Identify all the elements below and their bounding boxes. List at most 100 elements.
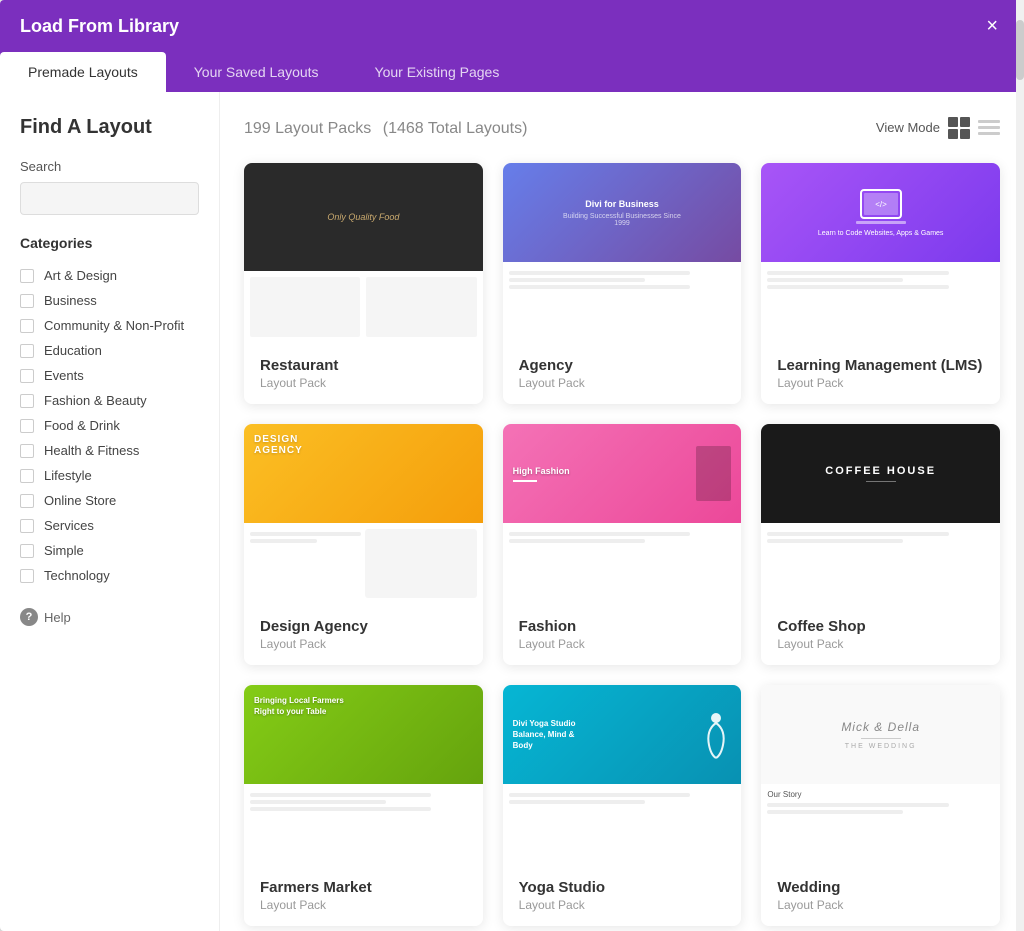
category-art[interactable]: Art & Design	[20, 263, 199, 288]
yoga-hero-text: Divi Yoga StudioBalance, Mind &Body	[513, 718, 576, 752]
card-info-lms: Learning Management (LMS) Layout Pack	[761, 343, 1000, 404]
scrollbar[interactable]	[1016, 92, 1024, 931]
category-checkbox-health[interactable]	[20, 444, 34, 458]
card-info-fashion: Fashion Layout Pack	[503, 604, 742, 665]
category-checkbox-technology[interactable]	[20, 569, 34, 583]
list-view-button[interactable]	[978, 120, 1000, 135]
rest-section-2	[366, 277, 476, 337]
card-lms[interactable]: </> Learn to Code Websites, Apps & Games	[761, 163, 1000, 404]
lms-preview: </> Learn to Code Websites, Apps & Games	[761, 163, 1000, 343]
category-checkbox-online-store[interactable]	[20, 494, 34, 508]
category-lifestyle[interactable]: Lifestyle	[20, 463, 199, 488]
search-input[interactable]	[20, 182, 199, 215]
coffee-hero-text: COFFEE HOUSE	[825, 465, 936, 477]
card-name-restaurant: Restaurant	[260, 357, 467, 374]
category-label-services: Services	[44, 518, 94, 533]
card-type-farmers-market: Layout Pack	[260, 898, 467, 912]
layouts-grid: Only Quality Food Restaurant Layout Pack	[244, 163, 1000, 926]
category-online-store[interactable]: Online Store	[20, 488, 199, 513]
category-checkbox-community[interactable]	[20, 319, 34, 333]
category-checkbox-education[interactable]	[20, 344, 34, 358]
modal: Load From Library × Premade Layouts Your…	[0, 0, 1024, 931]
categories-list: Art & Design Business Community & Non-Pr…	[20, 263, 199, 588]
category-checkbox-business[interactable]	[20, 294, 34, 308]
category-fashion[interactable]: Fashion & Beauty	[20, 388, 199, 413]
card-coffee-shop[interactable]: COFFEE HOUSE Coffee Shop Layout Pack	[761, 424, 1000, 665]
help-link[interactable]: ? Help	[20, 608, 199, 626]
card-info-farmers-market: Farmers Market Layout Pack	[244, 865, 483, 926]
card-wedding[interactable]: Mick & Della THE WEDDING Our Story	[761, 685, 1000, 926]
yoga-preview: Divi Yoga StudioBalance, Mind &Body	[503, 685, 742, 865]
category-label-simple: Simple	[44, 543, 84, 558]
category-checkbox-events[interactable]	[20, 369, 34, 383]
category-simple[interactable]: Simple	[20, 538, 199, 563]
design-agency-hero: DESIGNAGENCY	[244, 424, 483, 523]
content-area: Find A Layout Search Categories Art & De…	[0, 92, 1024, 931]
card-type-wedding: Layout Pack	[777, 898, 984, 912]
tab-premade[interactable]: Premade Layouts	[0, 52, 166, 92]
category-checkbox-art[interactable]	[20, 269, 34, 283]
category-technology[interactable]: Technology	[20, 563, 199, 588]
category-checkbox-simple[interactable]	[20, 544, 34, 558]
search-label: Search	[20, 159, 199, 174]
lms-hero-text: Learn to Code Websites, Apps & Games	[810, 230, 952, 237]
category-food[interactable]: Food & Drink	[20, 413, 199, 438]
design-agency-body	[244, 523, 483, 604]
card-info-agency: Agency Layout Pack	[503, 343, 742, 404]
card-type-yoga-studio: Layout Pack	[519, 898, 726, 912]
coffee-shop-preview: COFFEE HOUSE	[761, 424, 1000, 604]
card-yoga-studio[interactable]: Divi Yoga StudioBalance, Mind &Body	[503, 685, 742, 926]
category-checkbox-lifestyle[interactable]	[20, 469, 34, 483]
category-health[interactable]: Health & Fitness	[20, 438, 199, 463]
category-checkbox-food[interactable]	[20, 419, 34, 433]
wedding-preview: Mick & Della THE WEDDING Our Story	[761, 685, 1000, 865]
card-image-lms: </> Learn to Code Websites, Apps & Games	[761, 163, 1000, 343]
restaurant-body	[244, 271, 483, 343]
category-checkbox-services[interactable]	[20, 519, 34, 533]
card-fashion[interactable]: High Fashion Fashion	[503, 424, 742, 665]
fashion-hero-text-area: High Fashion	[513, 466, 570, 482]
card-restaurant[interactable]: Only Quality Food Restaurant Layout Pack	[244, 163, 483, 404]
card-image-restaurant: Only Quality Food	[244, 163, 483, 343]
restaurant-preview: Only Quality Food	[244, 163, 483, 343]
preview-line	[509, 271, 690, 275]
fashion-preview: High Fashion	[503, 424, 742, 604]
category-events[interactable]: Events	[20, 363, 199, 388]
restaurant-hero: Only Quality Food	[244, 163, 483, 271]
category-services[interactable]: Services	[20, 513, 199, 538]
category-community[interactable]: Community & Non-Profit	[20, 313, 199, 338]
category-checkbox-fashion[interactable]	[20, 394, 34, 408]
close-button[interactable]: ×	[980, 14, 1004, 38]
preview-line	[767, 271, 948, 275]
card-type-design-agency: Layout Pack	[260, 637, 467, 651]
preview-line	[767, 539, 903, 543]
agency-preview: Divi for Business Building Successful Bu…	[503, 163, 742, 343]
wedding-story-text: Our Story	[767, 790, 994, 799]
card-info-restaurant: Restaurant Layout Pack	[244, 343, 483, 404]
restaurant-hero-text: Only Quality Food	[317, 212, 409, 222]
preview-line	[250, 532, 361, 536]
fashion-hero-text: High Fashion	[513, 466, 570, 476]
fashion-person-silhouette	[696, 446, 731, 501]
tab-saved[interactable]: Your Saved Layouts	[166, 52, 347, 92]
category-business[interactable]: Business	[20, 288, 199, 313]
card-farmers-market[interactable]: Bringing Local FarmersRight to your Tabl…	[244, 685, 483, 926]
help-label: Help	[44, 610, 71, 625]
preview-line	[767, 285, 948, 289]
category-education[interactable]: Education	[20, 338, 199, 363]
card-image-agency: Divi for Business Building Successful Bu…	[503, 163, 742, 343]
grid-view-button[interactable]	[948, 117, 970, 139]
preview-line	[250, 807, 431, 811]
card-name-fashion: Fashion	[519, 618, 726, 635]
card-design-agency[interactable]: DESIGNAGENCY Design	[244, 424, 483, 665]
card-agency[interactable]: Divi for Business Building Successful Bu…	[503, 163, 742, 404]
fashion-body	[503, 523, 742, 604]
wedding-divider	[861, 738, 901, 739]
yoga-body	[503, 784, 742, 865]
tab-existing[interactable]: Your Existing Pages	[347, 52, 528, 92]
farmers-hero-text: Bringing Local FarmersRight to your Tabl…	[254, 695, 344, 717]
svg-text:</>: </>	[875, 200, 887, 209]
card-name-agency: Agency	[519, 357, 726, 374]
design-body-col	[250, 529, 361, 598]
preview-line	[509, 800, 645, 804]
